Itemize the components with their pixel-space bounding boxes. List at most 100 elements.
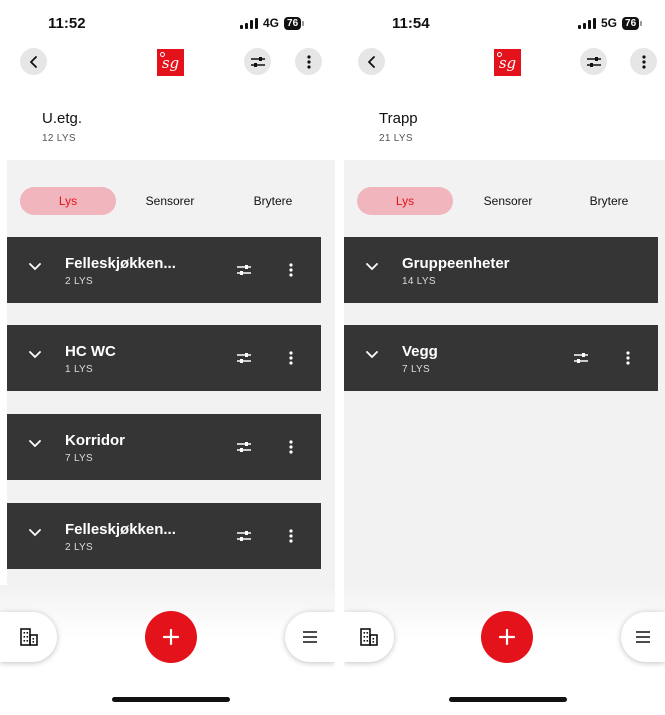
content-area: Lys Sensorer Brytere Felleskjøkken... 2 … bbox=[7, 160, 335, 615]
sliders-icon bbox=[237, 265, 251, 275]
more-vertical-icon bbox=[289, 351, 293, 365]
chevron-down-icon[interactable] bbox=[29, 263, 41, 271]
more-vertical-icon bbox=[289, 440, 293, 454]
group-settings-button[interactable] bbox=[572, 349, 590, 367]
tab-brytere[interactable]: Brytere bbox=[568, 187, 650, 215]
tab-sensorer[interactable]: Sensorer bbox=[128, 187, 212, 215]
hamburger-icon bbox=[303, 631, 317, 643]
logo-text: sg bbox=[498, 53, 517, 72]
buildings-button[interactable] bbox=[0, 612, 57, 662]
filter-button[interactable] bbox=[580, 48, 607, 75]
group-name: Gruppeenheter bbox=[402, 255, 510, 272]
chevron-left-icon bbox=[367, 55, 375, 68]
light-group-row[interactable]: HC WC 1 LYS bbox=[7, 325, 321, 391]
group-settings-button[interactable] bbox=[235, 349, 253, 367]
more-options-button[interactable] bbox=[630, 48, 657, 75]
page-subtitle: 12 LYS bbox=[42, 133, 76, 144]
group-count: 1 LYS bbox=[65, 364, 93, 375]
chevron-down-icon[interactable] bbox=[366, 263, 378, 271]
add-button[interactable] bbox=[481, 611, 533, 663]
menu-button[interactable] bbox=[285, 612, 335, 662]
plus-icon bbox=[498, 628, 516, 646]
group-name: Felleskjøkken... bbox=[65, 521, 176, 538]
more-vertical-icon bbox=[626, 351, 630, 365]
group-name: Vegg bbox=[402, 343, 438, 360]
buildings-button[interactable] bbox=[344, 612, 394, 662]
group-count: 2 LYS bbox=[65, 542, 93, 553]
network-type: 4G bbox=[263, 16, 280, 30]
signal-icon bbox=[578, 17, 596, 29]
group-more-button[interactable] bbox=[285, 261, 297, 279]
chevron-left-icon bbox=[29, 55, 37, 68]
group-count: 2 LYS bbox=[65, 276, 93, 287]
battery-icon: 76 bbox=[622, 16, 643, 30]
group-name: HC WC bbox=[65, 343, 116, 360]
sliders-icon bbox=[586, 56, 601, 67]
back-button[interactable] bbox=[20, 48, 47, 75]
building-icon bbox=[19, 628, 38, 646]
brand-logo: sg bbox=[157, 49, 184, 76]
light-group-row[interactable]: Korridor 7 LYS bbox=[7, 414, 321, 480]
group-count: 14 LYS bbox=[402, 276, 436, 287]
page-title: Trapp bbox=[379, 110, 418, 127]
light-group-row[interactable]: Felleskjøkken... 2 LYS bbox=[7, 503, 321, 569]
home-indicator[interactable] bbox=[449, 697, 567, 702]
tab-brytere[interactable]: Brytere bbox=[232, 187, 314, 215]
sliders-icon bbox=[237, 531, 251, 541]
group-name: Korridor bbox=[65, 432, 125, 449]
page-header: U.etg. 12 LYS bbox=[42, 110, 82, 144]
phone-screen-right: 11:54 5G 76 sg Trapp 21 LYS Lys Sensorer… bbox=[344, 0, 665, 715]
light-group-row[interactable]: Gruppeenheter 14 LYS bbox=[344, 237, 658, 303]
signal-icon bbox=[240, 17, 258, 29]
sliders-icon bbox=[237, 442, 251, 452]
page-header: Trapp 21 LYS bbox=[379, 110, 418, 144]
battery-icon: 76 bbox=[284, 16, 305, 30]
menu-button[interactable] bbox=[621, 612, 665, 662]
tab-lys[interactable]: Lys bbox=[20, 187, 116, 215]
add-button[interactable] bbox=[145, 611, 197, 663]
group-more-button[interactable] bbox=[285, 349, 297, 367]
chevron-down-icon[interactable] bbox=[366, 351, 378, 359]
chevron-down-icon[interactable] bbox=[29, 440, 41, 448]
group-more-button[interactable] bbox=[285, 438, 297, 456]
tab-bar: Lys Sensorer Brytere bbox=[20, 187, 335, 215]
group-more-button[interactable] bbox=[285, 527, 297, 545]
brand-logo: sg bbox=[494, 49, 521, 76]
content-area: Lys Sensorer Brytere Gruppeenheter 14 LY… bbox=[344, 160, 665, 615]
sliders-icon bbox=[237, 353, 251, 363]
filter-button[interactable] bbox=[244, 48, 271, 75]
status-indicators: 4G 76 bbox=[240, 16, 305, 30]
status-time: 11:52 bbox=[48, 15, 86, 32]
network-type: 5G bbox=[601, 16, 618, 30]
logo-text: sg bbox=[161, 53, 180, 72]
back-button[interactable] bbox=[358, 48, 385, 75]
group-settings-button[interactable] bbox=[235, 438, 253, 456]
chevron-down-icon[interactable] bbox=[29, 351, 41, 359]
phone-screen-left: 11:52 4G 76 sg U.etg. 12 LYS Lys Sensore… bbox=[0, 0, 335, 715]
plus-icon bbox=[162, 628, 180, 646]
group-count: 7 LYS bbox=[402, 364, 430, 375]
hamburger-icon bbox=[636, 631, 650, 643]
group-name: Felleskjøkken... bbox=[65, 255, 176, 272]
group-settings-button[interactable] bbox=[235, 527, 253, 545]
home-indicator[interactable] bbox=[112, 697, 230, 702]
page-subtitle: 21 LYS bbox=[379, 133, 413, 144]
status-time: 11:54 bbox=[392, 15, 430, 32]
more-vertical-icon bbox=[289, 263, 293, 277]
more-options-button[interactable] bbox=[295, 48, 322, 75]
screen-divider bbox=[335, 0, 344, 715]
group-more-button[interactable] bbox=[622, 349, 634, 367]
page-title: U.etg. bbox=[42, 110, 83, 127]
sliders-icon bbox=[250, 56, 265, 67]
group-settings-button[interactable] bbox=[235, 261, 253, 279]
light-group-row[interactable]: Vegg 7 LYS bbox=[344, 325, 658, 391]
tab-sensorer[interactable]: Sensorer bbox=[466, 187, 550, 215]
tab-bar: Lys Sensorer Brytere bbox=[344, 187, 665, 215]
building-icon bbox=[360, 628, 378, 646]
light-group-row[interactable]: Felleskjøkken... 2 LYS bbox=[7, 237, 321, 303]
more-vertical-icon bbox=[306, 54, 311, 69]
more-vertical-icon bbox=[641, 54, 646, 69]
tab-lys[interactable]: Lys bbox=[357, 187, 453, 215]
more-vertical-icon bbox=[289, 529, 293, 543]
chevron-down-icon[interactable] bbox=[29, 529, 41, 537]
